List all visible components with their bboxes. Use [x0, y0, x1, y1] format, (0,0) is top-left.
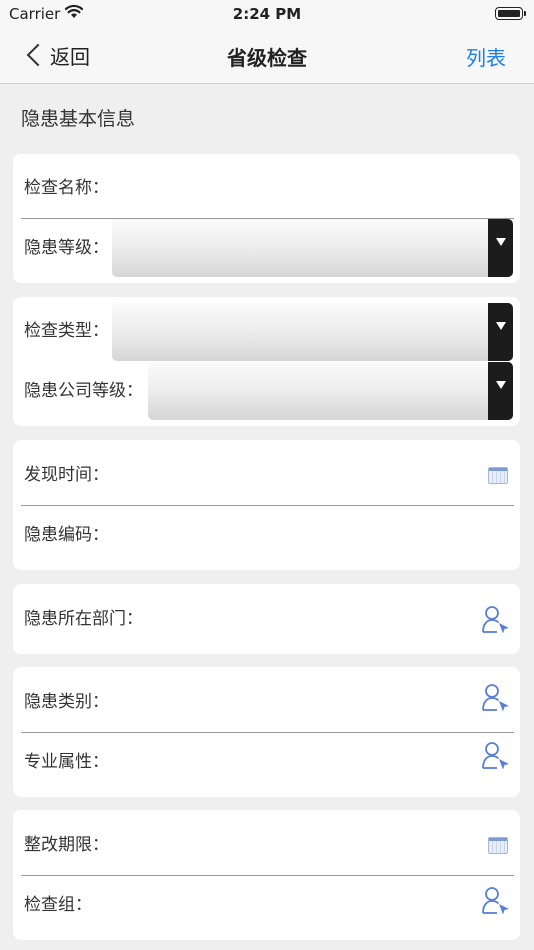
section-title: 隐患基本信息: [21, 108, 136, 130]
calendar-icon[interactable]: [488, 467, 508, 484]
rectify-deadline-label: 整改期限：: [24, 835, 109, 855]
hazard-level-select[interactable]: [112, 219, 513, 277]
card-department: 隐患所在部门：: [13, 584, 520, 654]
check-group-row[interactable]: 检查组：: [13, 876, 520, 935]
card-category: 隐患类别： 专业属性：: [13, 667, 520, 797]
check-name-row[interactable]: 检查名称：: [13, 159, 520, 218]
user-select-icon[interactable]: [481, 682, 511, 712]
card-deadline: 整改期限： 检查组：: [13, 810, 520, 940]
hazard-code-label: 隐患编码：: [24, 525, 109, 545]
check-name-label: 检查名称：: [24, 178, 109, 198]
found-time-label: 发现时间：: [24, 465, 109, 485]
user-select-icon[interactable]: [481, 885, 511, 915]
check-type-label: 检查类型：: [24, 321, 109, 341]
battery-icon: [495, 7, 526, 20]
list-button[interactable]: 列表: [466, 42, 506, 71]
page-title: 省级检查: [227, 46, 307, 70]
card-basic: 检查名称： 隐患等级：: [13, 154, 520, 283]
department-label: 隐患所在部门：: [24, 609, 143, 629]
company-level-label: 隐患公司等级：: [24, 381, 143, 401]
check-group-label: 检查组：: [24, 895, 92, 915]
hazard-category-row[interactable]: 隐患类别：: [13, 673, 520, 732]
hazard-code-row[interactable]: 隐患编码：: [13, 506, 520, 565]
dropdown-arrow-icon: [488, 362, 513, 420]
hazard-level-label: 隐患等级：: [24, 238, 109, 258]
dropdown-arrow-icon: [488, 219, 513, 277]
card-type: 检查类型： 隐患公司等级：: [13, 297, 520, 426]
dropdown-arrow-icon: [488, 303, 513, 361]
company-level-select[interactable]: [148, 362, 513, 420]
rectify-deadline-row[interactable]: 整改期限：: [13, 816, 520, 875]
calendar-icon[interactable]: [488, 837, 508, 854]
check-type-select[interactable]: [112, 303, 513, 361]
card-time: 发现时间： 隐患编码：: [13, 440, 520, 570]
found-time-row[interactable]: 发现时间：: [13, 446, 520, 505]
department-row[interactable]: 隐患所在部门：: [13, 590, 520, 649]
specialty-row[interactable]: 专业属性：: [13, 733, 520, 792]
user-select-icon[interactable]: [481, 604, 511, 634]
specialty-label: 专业属性：: [24, 752, 109, 772]
nav-bar: 返回 省级检查 列表: [0, 28, 534, 84]
user-select-icon[interactable]: [481, 740, 511, 770]
status-time: 2:24 PM: [232, 5, 302, 23]
hazard-category-label: 隐患类别：: [24, 692, 109, 712]
status-bar: Carrier 2:24 PM: [0, 0, 534, 28]
